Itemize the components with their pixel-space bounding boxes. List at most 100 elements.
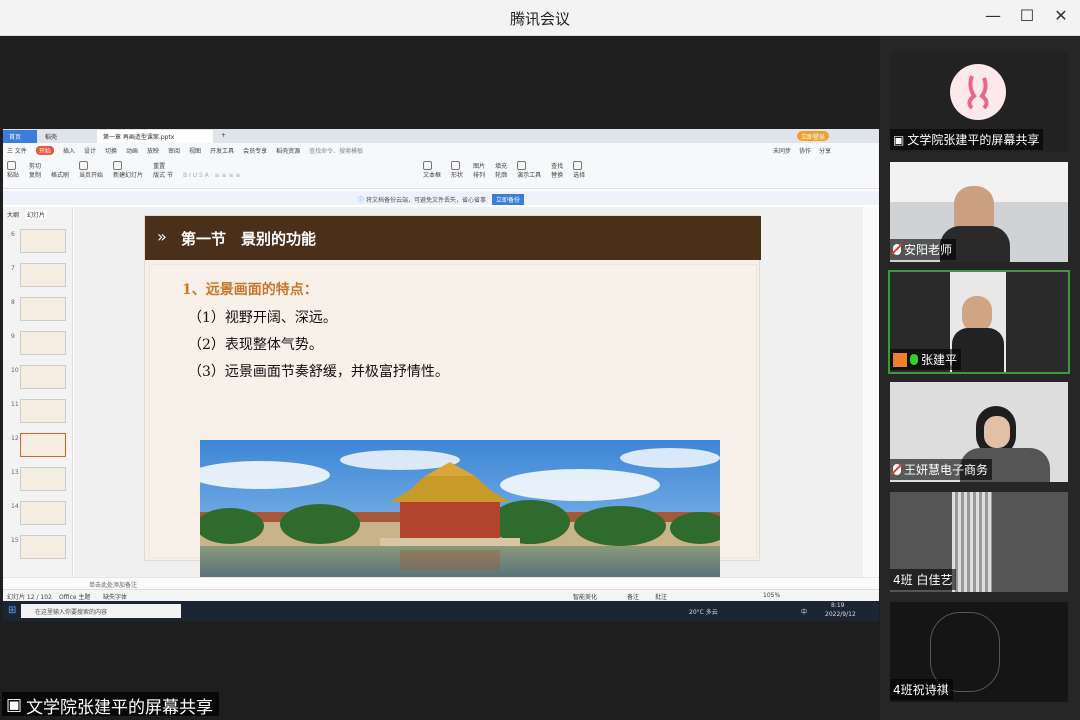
shape-button[interactable]: 形状 — [451, 161, 463, 179]
current-slide[interactable]: » 第一节 景别的功能 1、远景画面的特点： （1）视野开阔、深远。 （2）表现… — [144, 215, 761, 584]
select-button[interactable]: 选择 — [573, 161, 585, 179]
add-tab-icon[interactable]: + — [215, 130, 227, 143]
participant-tile-screenshare[interactable]: ▣ 文学院张建平的屏幕共享 — [890, 52, 1068, 152]
window-title: 腾讯会议 — [509, 10, 570, 28]
play-from-current[interactable]: 当页开始 — [79, 161, 103, 179]
menu-transition[interactable]: 切换 — [105, 146, 117, 155]
right-toolbar — [863, 207, 879, 589]
host-icon — [893, 352, 907, 367]
slide-point-title: 1、远景画面的特点： — [182, 282, 318, 298]
font-controls[interactable]: B I U S A · ≡ ≡ ≡ ≡ — [183, 172, 413, 179]
menu-member[interactable]: 会员专享 — [243, 146, 267, 155]
backup-now-button[interactable]: 立即备份 — [491, 194, 524, 205]
menu-start[interactable]: 开始 — [35, 146, 54, 155]
participant-label: ▣ 文学院张建平的屏幕共享 — [890, 129, 1044, 150]
menu-animation[interactable]: 动画 — [126, 146, 138, 155]
participant-tile-anyang[interactable]: 安阳老师 — [890, 162, 1068, 262]
menu-slideshow[interactable]: 放映 — [147, 146, 159, 155]
cut-button[interactable]: 剪切 复制 — [29, 161, 41, 179]
tab-slides[interactable]: 幻灯片 — [25, 210, 48, 219]
weather: 20°C 多云 — [689, 609, 718, 616]
comment-toggle[interactable]: 批注 — [655, 592, 667, 601]
slide-icon — [113, 161, 123, 170]
slide-thumbnail[interactable] — [20, 331, 66, 355]
close-icon[interactable]: ✕ — [1048, 6, 1074, 25]
windows-start-icon[interactable]: ⊞ — [8, 605, 16, 616]
notice-text: 将文档备份云端，可避免文件丢失，省心省事 — [365, 197, 486, 204]
tab-document[interactable]: 第一章 再画造型课案.pptx — [97, 130, 213, 143]
taskbar-search[interactable]: 在这里输入你要搜索的内容 — [21, 604, 181, 618]
thumbnail-number: 14 — [11, 503, 19, 510]
thumbnail-number: 13 — [11, 469, 19, 476]
slide-thumbnail[interactable] — [20, 535, 66, 559]
theme-name: Office 主题 — [59, 594, 91, 601]
presenter-tools[interactable]: 演示工具 — [517, 161, 541, 179]
slide-thumbnail[interactable] — [20, 297, 66, 321]
shape-icon — [451, 161, 461, 170]
menu-view[interactable]: 视图 — [189, 146, 201, 155]
wps-window: 首页 稻壳 第一章 再画造型课案.pptx + 立即登录 三 文件 开始 插入 … — [3, 129, 879, 621]
slide-thumbnail[interactable] — [20, 399, 66, 423]
menu-review[interactable]: 审阅 — [168, 146, 180, 155]
notes-toggle[interactable]: 备注 — [627, 592, 639, 601]
search-commands[interactable]: 查找命令、搜索模板 — [309, 146, 363, 155]
find-button[interactable]: 查找 替换 — [551, 161, 563, 179]
slide-thumbnail[interactable] — [20, 229, 66, 253]
participant-name: 安阳老师 — [904, 243, 953, 257]
format-painter[interactable]: 格式刷 — [51, 170, 69, 179]
menu-design[interactable]: 设计 — [84, 146, 96, 155]
slide-thumbnail[interactable] — [20, 433, 66, 457]
participant-tile-zhu[interactable]: 4班祝诗祺 — [890, 602, 1068, 702]
share-button[interactable]: 分享 — [819, 146, 831, 155]
slide-point-1: （1）视野开阔、深远。 — [188, 310, 337, 326]
info-icon: ⓘ — [358, 197, 366, 204]
slide-thumbnail[interactable] — [20, 263, 66, 287]
slide-header: » 第一节 景别的功能 — [145, 216, 761, 260]
menu-file[interactable]: 三 文件 — [7, 146, 27, 155]
menu-dev[interactable]: 开发工具 — [210, 146, 234, 155]
screen-share-label: 文学院张建平的屏幕共享 — [26, 697, 214, 718]
slide-thumbnail[interactable] — [20, 501, 66, 525]
participant-tile-zhang[interactable]: 张建平 — [888, 270, 1070, 374]
thumbnail-number: 6 — [11, 231, 15, 238]
menu-insert[interactable]: 插入 — [63, 146, 75, 155]
menu-docer[interactable]: 稻壳资源 — [276, 146, 300, 155]
window-blinds — [952, 492, 992, 592]
notes-hint[interactable]: 单击此处添加备注 — [89, 580, 137, 589]
participant-name: 张建平 — [921, 353, 958, 367]
slide-counter: 幻灯片 12 / 102 — [7, 594, 52, 601]
tab-home[interactable]: 首页 — [3, 130, 37, 143]
new-slide[interactable]: 新建幻灯片 — [113, 161, 143, 179]
minimize-icon[interactable]: — — [980, 6, 1006, 25]
arrange-button[interactable]: 图片 排列 — [473, 161, 485, 179]
maximize-icon[interactable]: ☐ — [1014, 6, 1040, 25]
notes-bar: 单击此处添加备注 — [3, 577, 879, 589]
participant-tile-wang[interactable]: 王妍慧电子商务 — [890, 382, 1068, 482]
slide-editor: » 第一节 景别的功能 1、远景画面的特点： （1）视野开阔、深远。 （2）表现… — [74, 207, 864, 589]
smart-beautify[interactable]: 智能美化 — [573, 592, 597, 601]
slide-thumbnail[interactable] — [20, 365, 66, 389]
participant-label: 4班 白佳艺 — [890, 569, 957, 590]
thumbnail-number: 11 — [11, 401, 19, 408]
sync-status[interactable]: 未同步 — [773, 146, 791, 155]
collab-button[interactable]: 协作 — [799, 146, 811, 155]
zoom-level[interactable]: 105% — [763, 592, 780, 599]
thumbnail-number: 10 — [11, 367, 19, 374]
missing-font[interactable]: 缺失字体 — [103, 592, 127, 601]
layout-button[interactable]: 重置 版式 节 — [153, 161, 173, 179]
login-button[interactable]: 立即登录 — [797, 131, 830, 141]
fill-button[interactable]: 填充 轮廓 — [495, 161, 507, 179]
thumbnail-number: 15 — [11, 537, 19, 544]
slide-thumbnail[interactable] — [20, 467, 66, 491]
thumbnail-number: 8 — [11, 299, 15, 306]
participant-tile-bai[interactable]: 4班 白佳艺 — [890, 492, 1068, 592]
ime-indicator[interactable]: 中 — [801, 607, 807, 616]
textbox-icon — [423, 161, 433, 170]
paste-button[interactable]: 粘贴 — [7, 161, 19, 179]
textbox-button[interactable]: 文本框 — [423, 161, 441, 179]
tab-outline[interactable]: 大纲 — [7, 210, 19, 219]
participant-name: 王妍慧电子商务 — [904, 463, 989, 477]
tab-docer[interactable]: 稻壳 — [39, 130, 95, 143]
side-tabs: 大纲 幻灯片 — [7, 210, 48, 219]
windows-taskbar: ⊞ 在这里输入你要搜索的内容 20°C 多云 中 8:19 2022/9/12 — [3, 601, 879, 621]
